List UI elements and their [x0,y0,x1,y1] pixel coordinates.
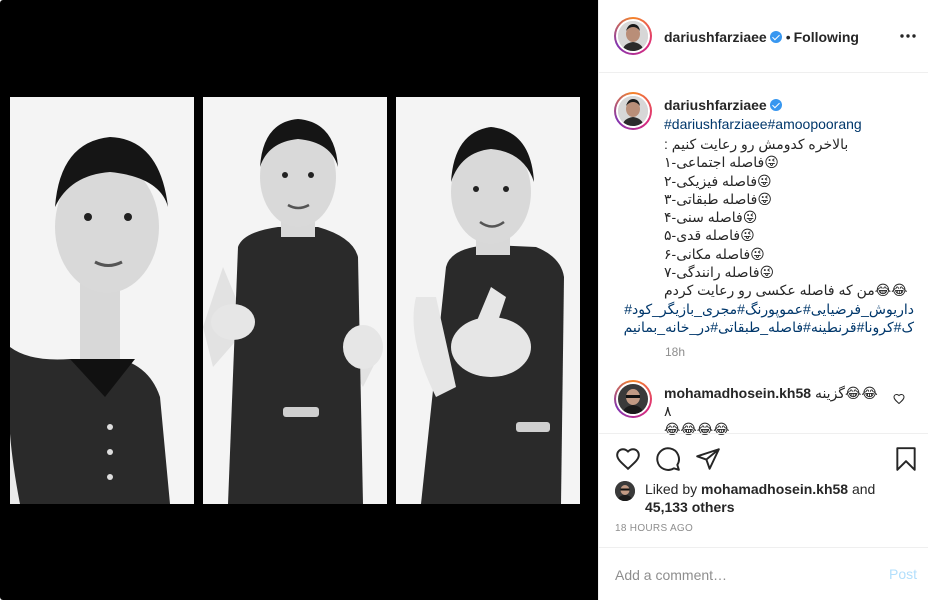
caption-author: dariushfarziaee [664,97,782,113]
caption-line: 😜فاصله مکانی-۶ [664,245,765,262]
caption-username[interactable]: dariushfarziaee [664,97,767,113]
caption-tag-line[interactable]: ک#کرونا#قرنطینه#فاصله_طبقاتی#در_خانه_بما… [624,318,914,336]
photo-panel-left [10,97,194,504]
liker-avatar[interactable] [615,481,635,501]
author-row: dariushfarziaee • Following [664,29,859,45]
add-comment-bar: Post [599,547,928,600]
heart-icon[interactable] [615,446,641,472]
paper-plane-icon[interactable] [695,446,721,472]
following-button[interactable]: Following [794,29,859,45]
post-sidebar: dariushfarziaee • Following dariushfarziae… [598,0,928,600]
likes-text: Liked by mohamadhosein.kh58 and 45,133 o… [645,480,885,516]
likes-count[interactable]: 45,133 others [645,499,735,515]
caption-line: 😂😂من که فاصله عکسی رو رعایت کردم [664,282,908,299]
caption-tag-line[interactable]: داریوش_فرضیایی#عموپورنگ#مجری_بازیگر_کود# [624,300,914,318]
verified-badge-icon [769,31,782,43]
likes-middle: and [848,481,876,497]
caption-time: 18h [665,345,686,359]
comment-like-heart-icon[interactable] [893,392,905,405]
post-comment-button[interactable]: Post [889,566,917,582]
action-bar [599,433,928,483]
caption-line: 😜فاصله قدی-۵ [664,227,755,244]
comment-icon[interactable] [655,446,681,472]
post-image[interactable] [0,0,598,600]
separator-dot: • [785,29,791,45]
caption-line: بالاخره کدومش رو رعایت کنیم : [664,136,849,152]
author-username[interactable]: dariushfarziaee [664,29,767,45]
bookmark-icon[interactable] [893,446,919,472]
comment-input[interactable] [615,566,875,584]
author-avatar[interactable] [614,17,652,55]
photo-panel-right [396,97,580,504]
caption-line: 😜فاصله فیزیکی-۲ [664,172,772,189]
likes-prefix: Liked by [645,481,702,497]
caption-body: بالاخره کدومش رو رعایت کنیم : 😜فاصله اجت… [624,135,914,336]
caption-avatar[interactable] [614,92,652,130]
post-timestamp[interactable]: 18 HOURS AGO [615,523,693,534]
comment-item: mohamadhosein.kh58 😂😂گزینه ۸ 😂😂😂😂 [599,378,928,438]
comment-body: mohamadhosein.kh58 😂😂گزینه ۸ 😂😂😂😂 [664,384,884,438]
caption-line: 😜فاصله رانندگی-۷ [664,264,775,281]
commenter-username[interactable]: mohamadhosein.kh58 [664,385,811,401]
photo-panel-middle [203,97,387,504]
caption-hashtags[interactable]: #dariushfarziaee#amoopoorang [664,116,862,132]
verified-badge-icon [769,99,782,111]
commenter-avatar[interactable] [614,380,652,418]
liker-username[interactable]: mohamadhosein.kh58 [701,481,848,497]
caption-line: 😜فاصله سنی-۴ [664,209,758,226]
caption-line: 😜فاصله طبقاتی-۳ [664,190,772,207]
more-options-icon[interactable] [899,28,917,44]
post-header: dariushfarziaee • Following [599,0,928,73]
caption-line: 😜فاصله اجتماعی-۱ [664,154,779,171]
